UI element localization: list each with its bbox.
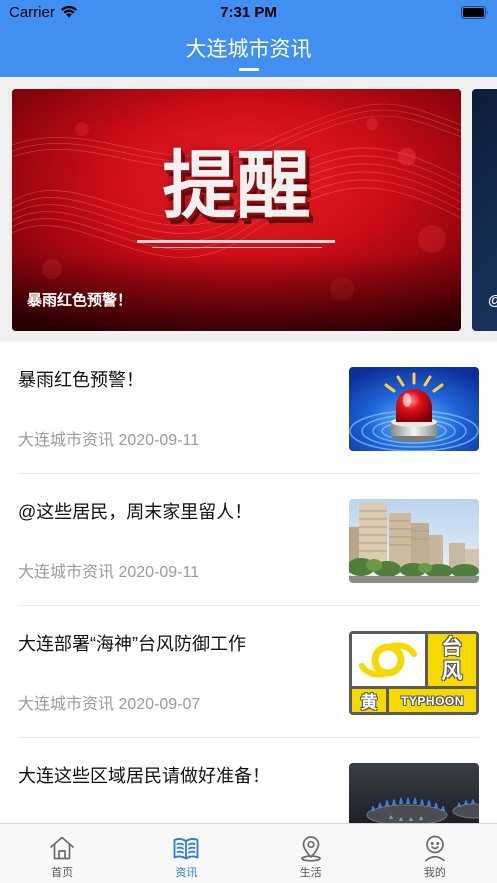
news-thumbnail (349, 499, 479, 583)
news-item[interactable]: @这些居民，周末家里留人！ 大连城市资讯 2020-09-11 (0, 474, 497, 606)
news-title: @这些居民，周末家里留人！ (18, 502, 253, 522)
news-source: 大连城市资讯 (18, 696, 115, 713)
typhoon-sign-level: 黄 (352, 689, 386, 712)
status-time: 7:31 PM (220, 4, 277, 21)
news-meta: 大连城市资讯 2020-09-11 (18, 431, 199, 451)
tab-home[interactable]: 首页 (0, 824, 124, 883)
typhoon-symbol-icon (359, 642, 417, 678)
location-pin-icon (297, 834, 325, 862)
tab-label: 我的 (423, 867, 446, 879)
nav-bar: 大连城市资讯 (0, 25, 497, 77)
news-item[interactable]: 大连这些区域居民请做好准备！ (0, 738, 497, 823)
news-meta: 大连城市资讯 2020-09-11 (18, 563, 199, 583)
news-meta: 大连城市资讯 2020-09-07 (18, 695, 200, 715)
title-indicator (239, 68, 259, 71)
banner-carousel[interactable]: 提醒 暴雨红色预警！ @ (0, 77, 497, 342)
typhoon-sign-label: TYPHOON (389, 689, 476, 712)
tab-label: 生活 (299, 867, 322, 879)
news-item[interactable]: 大连部署“海神”台风防御工作 大连城市资讯 2020-09-07 台风 黄 TY… (0, 606, 497, 738)
news-list[interactable]: 暴雨红色预警！ 大连城市资讯 2020-09-11 @这些居民，周末家里留人！ … (0, 342, 497, 823)
tab-label: 资讯 (175, 867, 198, 879)
typhoon-warning-sign-image: 台风 黄 TYPHOON (349, 631, 479, 715)
typhoon-sign-title-text: 台风 (441, 636, 463, 683)
typhoon-sign-title: 台风 (428, 634, 476, 686)
home-icon (48, 834, 76, 862)
tab-life[interactable]: 生活 (249, 824, 373, 883)
news-title: 暴雨红色预警！ (18, 370, 144, 390)
tab-profile[interactable]: 我的 (373, 824, 497, 883)
news-thumbnail (349, 367, 479, 451)
news-thumbnail (349, 763, 479, 823)
book-icon (172, 834, 200, 862)
page-title: 大连城市资讯 (185, 38, 312, 61)
status-bar: Carrier 7:31 PM (0, 0, 497, 25)
news-date: 2020-09-11 (118, 432, 200, 449)
red-siren-image (349, 367, 479, 451)
news-thumbnail: 台风 黄 TYPHOON (349, 631, 479, 715)
news-title: 大连这些区域居民请做好准备！ (18, 766, 270, 786)
news-date: 2020-09-11 (118, 564, 200, 581)
typhoon-symbol-panel (352, 634, 425, 686)
news-date: 2020-09-07 (118, 696, 201, 713)
news-item[interactable]: 暴雨红色预警！ 大连城市资讯 2020-09-11 (0, 342, 497, 474)
profile-icon (421, 834, 449, 862)
banner-image-text: 提醒 (162, 144, 311, 227)
city-buildings-image (349, 499, 479, 583)
news-source: 大连城市资讯 (18, 564, 115, 581)
banner-caption: @ (488, 291, 497, 311)
battery-icon (461, 6, 489, 19)
tab-label: 首页 (51, 867, 74, 879)
tab-bar: 首页 资讯 生活 我的 (0, 823, 497, 883)
news-source: 大连城市资讯 (18, 432, 115, 449)
tab-news[interactable]: 资讯 (124, 824, 248, 883)
news-title: 大连部署“海神”台风防御工作 (18, 634, 246, 654)
banner-caption: 暴雨红色预警！ (27, 292, 133, 309)
gas-stove-flames-image (349, 763, 479, 823)
banner-slide-next[interactable]: @ (472, 89, 497, 331)
banner-slide-red-alert[interactable]: 提醒 暴雨红色预警！ (12, 89, 461, 331)
